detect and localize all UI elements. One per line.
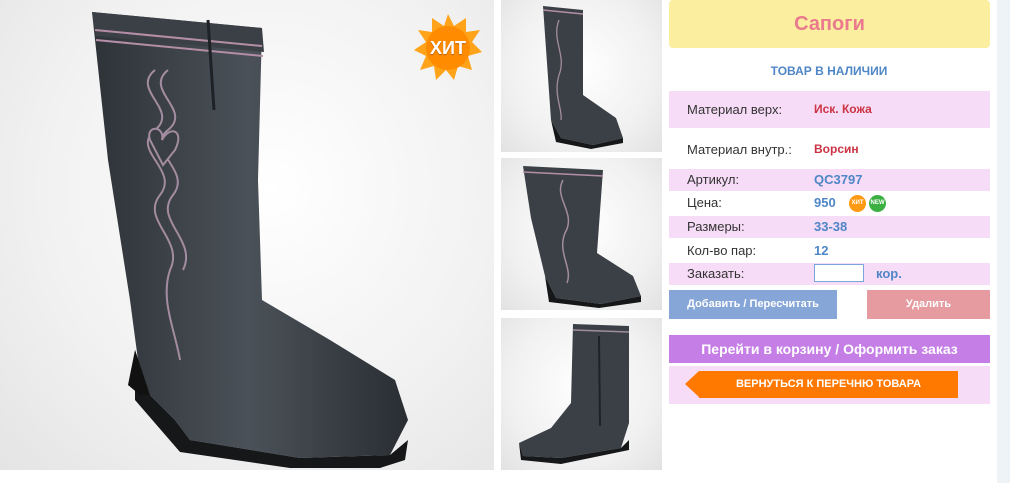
thumbnail-1[interactable] bbox=[501, 0, 662, 152]
detail-value: Иск. Кожа bbox=[814, 102, 872, 116]
detail-row-upper-material: Материал верх: Иск. Кожа bbox=[669, 91, 990, 128]
go-to-cart-button[interactable]: Перейти в корзину / Оформить заказ bbox=[669, 335, 990, 363]
stock-status: ТОВАР В НАЛИЧИИ bbox=[770, 64, 888, 78]
scrollbar[interactable] bbox=[997, 0, 1010, 483]
hit-badge: ХИТ bbox=[412, 12, 484, 84]
product-info-panel: Сапоги ТОВАР В НАЛИЧИИ Материал верх: Ис… bbox=[668, 0, 990, 483]
detail-label: Кол-во пар: bbox=[687, 243, 757, 258]
add-recalculate-button[interactable]: Добавить / Пересчитать bbox=[669, 290, 837, 319]
order-label: Заказать: bbox=[687, 266, 745, 281]
new-mini-badge-icon: NEW bbox=[869, 195, 886, 212]
detail-label: Материал верх: bbox=[687, 102, 783, 117]
detail-value: Ворсин bbox=[814, 142, 859, 156]
detail-label: Цена: bbox=[687, 195, 722, 210]
boot-thumbnail-image bbox=[542, 6, 623, 149]
detail-label: Материал внутр.: bbox=[687, 142, 792, 157]
order-row: Заказать: кор. bbox=[669, 263, 990, 285]
detail-row-price: Цена: 950 ХИТ NEW bbox=[669, 192, 990, 214]
back-button-container: ВЕРНУТЬСЯ К ПЕРЕЧНЮ ТОВАРА bbox=[669, 366, 990, 404]
detail-row-inner-material: Материал внутр.: Ворсин bbox=[669, 131, 990, 168]
delete-button[interactable]: Удалить bbox=[867, 290, 990, 319]
detail-label: Артикул: bbox=[687, 172, 740, 187]
thumbnail-3[interactable] bbox=[501, 318, 662, 470]
detail-row-pairs: Кол-во пар: 12 bbox=[669, 240, 990, 262]
detail-value: 12 bbox=[814, 243, 829, 258]
thumbnail-2[interactable] bbox=[501, 158, 662, 310]
detail-value: 950 bbox=[814, 195, 836, 210]
detail-value: 33-38 bbox=[814, 219, 848, 234]
detail-row-article: Артикул: QC3797 bbox=[669, 169, 990, 191]
boot-thumbnail-image bbox=[522, 166, 641, 308]
detail-value: QC3797 bbox=[814, 172, 863, 187]
hit-badge-label: ХИТ bbox=[430, 38, 466, 58]
back-to-list-button[interactable]: ВЕРНУТЬСЯ К ПЕРЕЧНЮ ТОВАРА bbox=[685, 371, 958, 398]
order-unit: кор. bbox=[876, 266, 902, 281]
product-title: Сапоги bbox=[669, 0, 990, 48]
hit-mini-badge-icon: ХИТ bbox=[849, 195, 866, 212]
detail-row-sizes: Размеры: 33-38 bbox=[669, 216, 990, 238]
order-quantity-input[interactable] bbox=[814, 264, 864, 282]
detail-label: Размеры: bbox=[687, 219, 745, 234]
boot-thumbnail-image bbox=[519, 324, 630, 464]
